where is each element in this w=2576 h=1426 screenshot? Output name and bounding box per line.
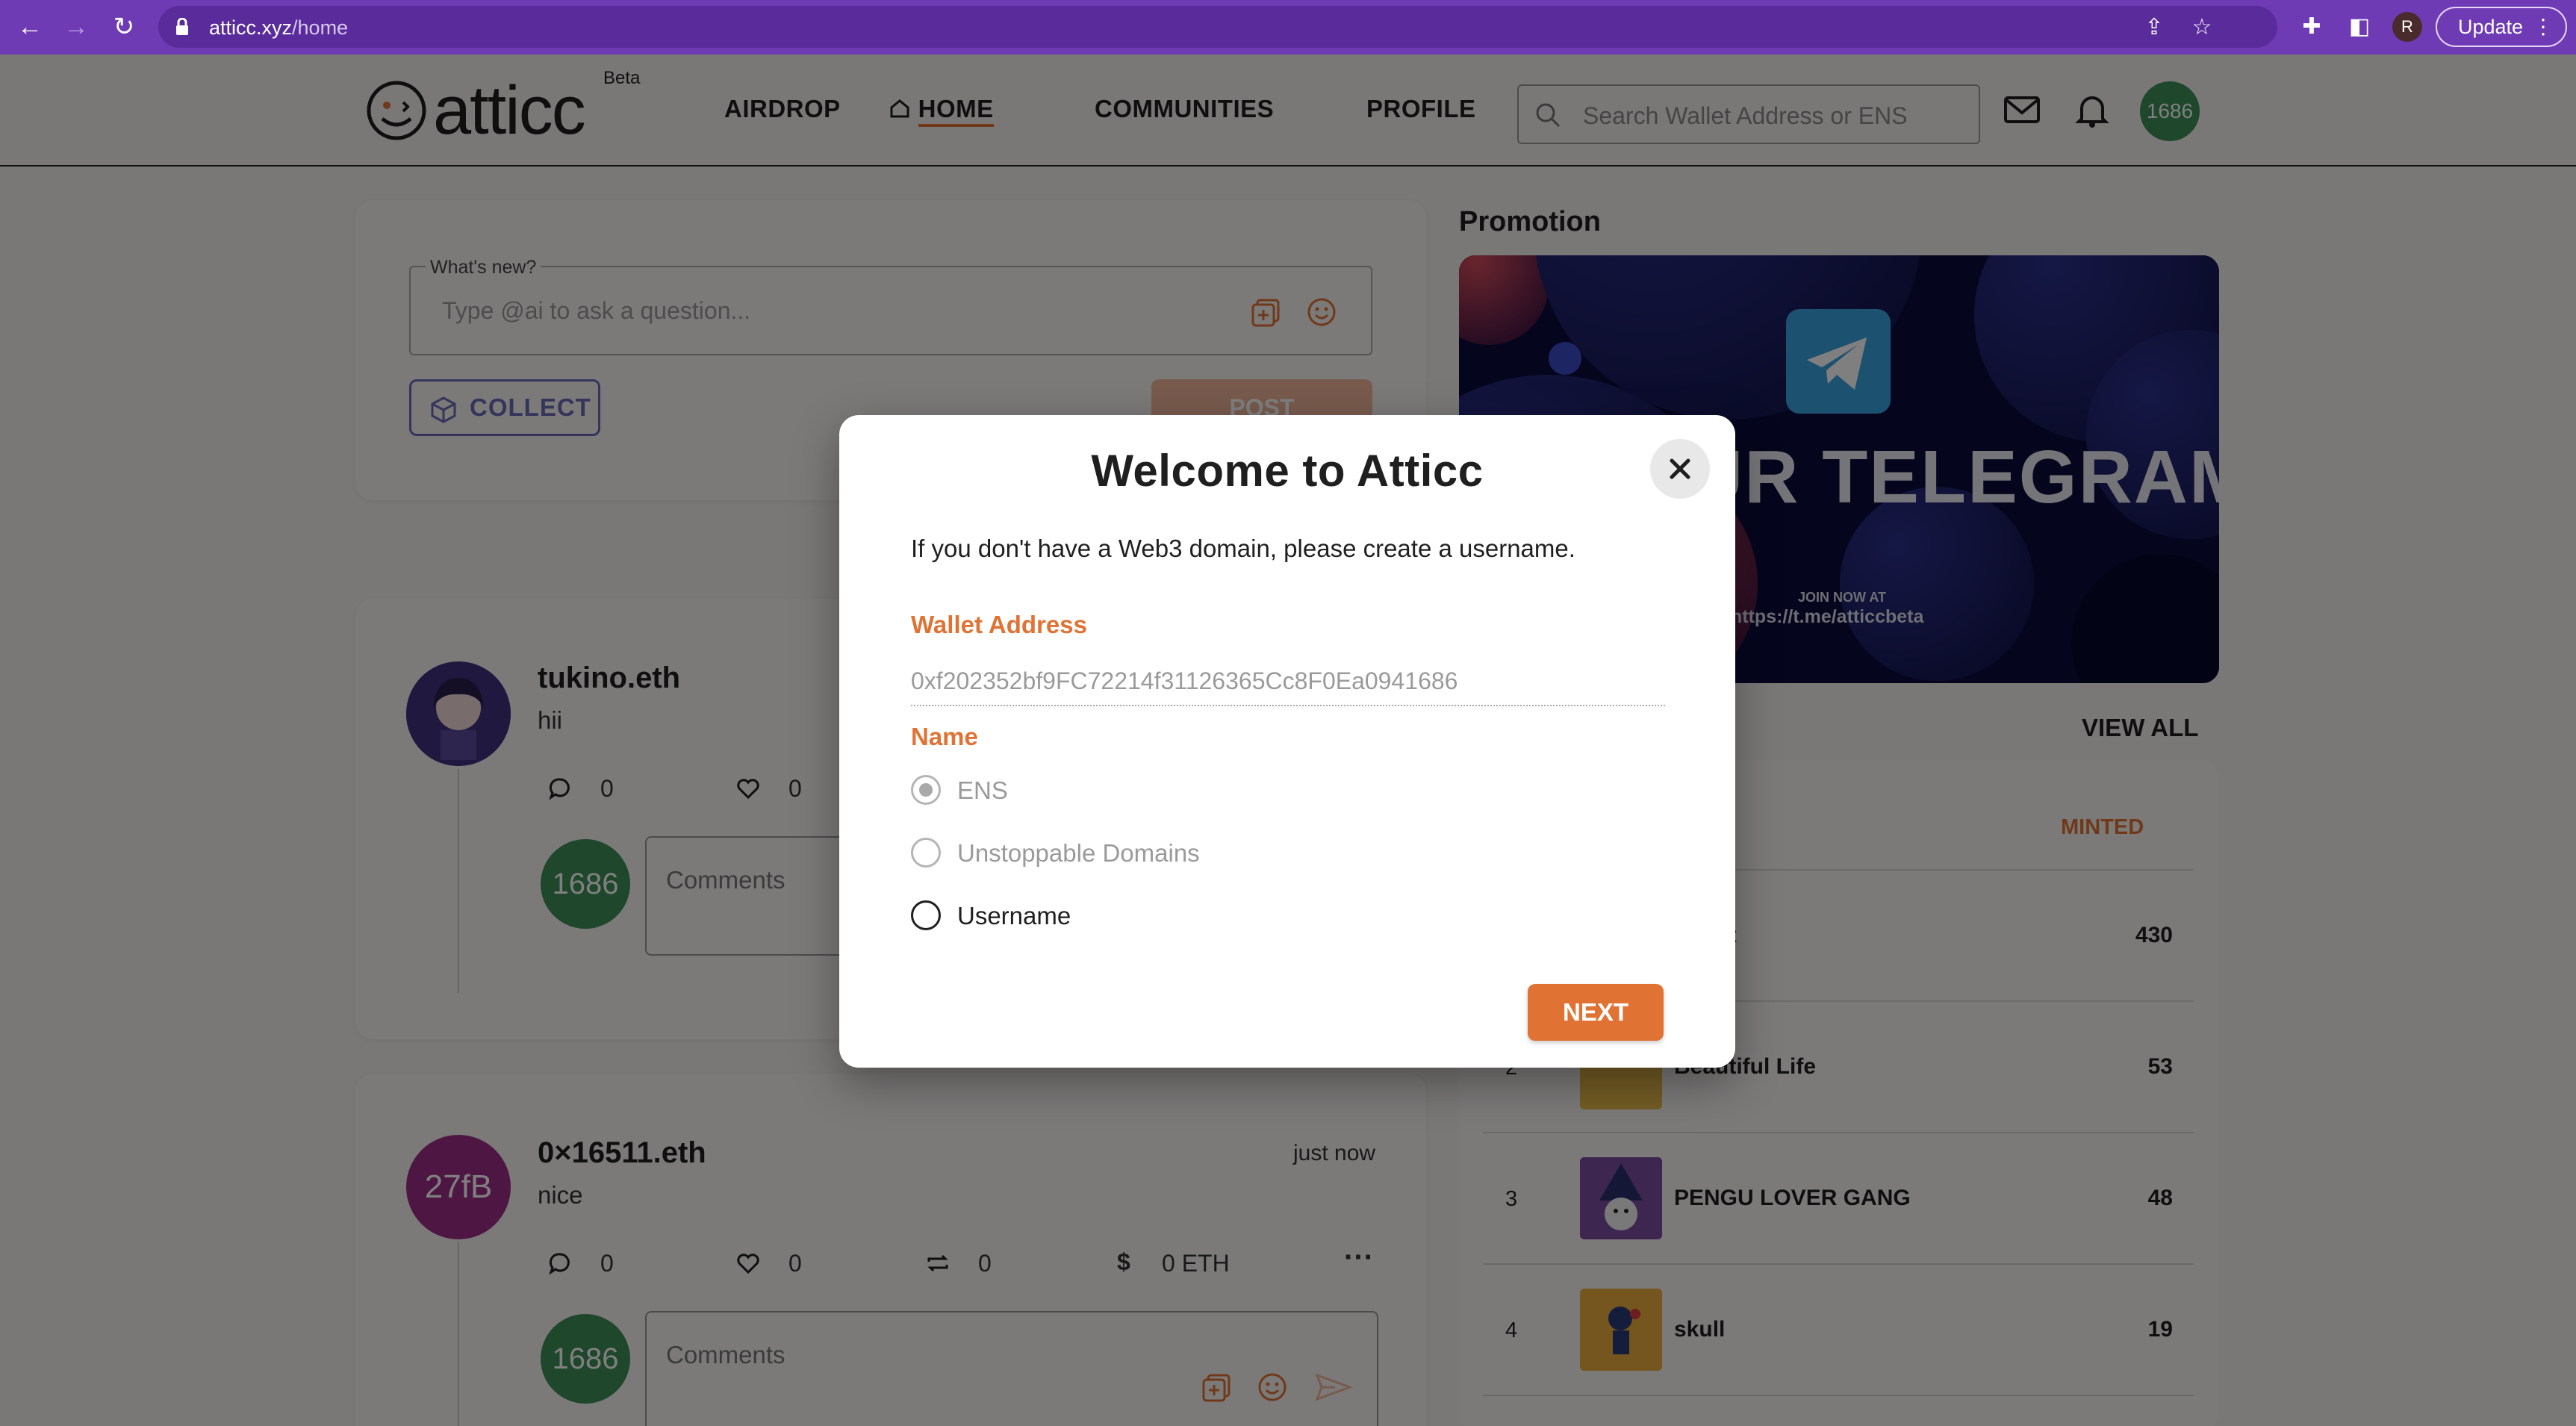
sidebar-toggle-icon[interactable]: ◧ <box>2345 12 2374 42</box>
radio-label: ENS <box>957 776 1008 804</box>
lock-icon <box>176 18 188 35</box>
share-icon[interactable]: ⇪ <box>2141 15 2167 40</box>
welcome-modal: Welcome to Atticc If you don't have a We… <box>839 415 1735 1068</box>
name-label: Name <box>911 723 978 750</box>
close-icon <box>1670 458 1690 479</box>
wallet-address-label: Wallet Address <box>911 611 1087 638</box>
address-bar[interactable]: atticc.xyz/home ⇪ ☆ <box>158 6 2277 48</box>
wallet-address-field: 0xf202352bf9FC72214f31126365Cc8F0Ea09416… <box>911 667 1458 694</box>
radio-label: Unstoppable Domains <box>957 839 1200 867</box>
reload-icon[interactable]: ↻ <box>109 12 139 42</box>
browser-toolbar: ← → ↻ atticc.xyz/home ⇪ ☆ ✚ ◧ R Update ⋮ <box>0 0 2576 55</box>
extensions-puzzle-icon[interactable]: ✚ <box>2297 12 2327 42</box>
modal-title: Welcome to Atticc <box>1091 446 1484 496</box>
next-button[interactable]: NEXT <box>1528 984 1664 1041</box>
bookmark-star-icon[interactable]: ☆ <box>2189 15 2215 40</box>
more-vert-icon: ⋮ <box>2533 15 2554 38</box>
radio-button[interactable] <box>911 900 941 930</box>
forward-arrow-icon[interactable]: → <box>61 12 91 42</box>
modal-description: If you don't have a Web3 domain, please … <box>911 535 1575 562</box>
browser-update-button[interactable]: Update ⋮ <box>2436 7 2567 47</box>
wallet-address-underline <box>911 705 1665 706</box>
radio-button[interactable] <box>911 838 941 868</box>
radio-label: Username <box>957 902 1071 930</box>
radio-button[interactable] <box>911 775 941 805</box>
back-arrow-icon[interactable]: ← <box>15 12 45 42</box>
browser-profile-avatar[interactable]: R <box>2392 12 2422 42</box>
url-text: atticc.xyz/home <box>209 16 349 39</box>
close-button[interactable] <box>1650 439 1710 499</box>
